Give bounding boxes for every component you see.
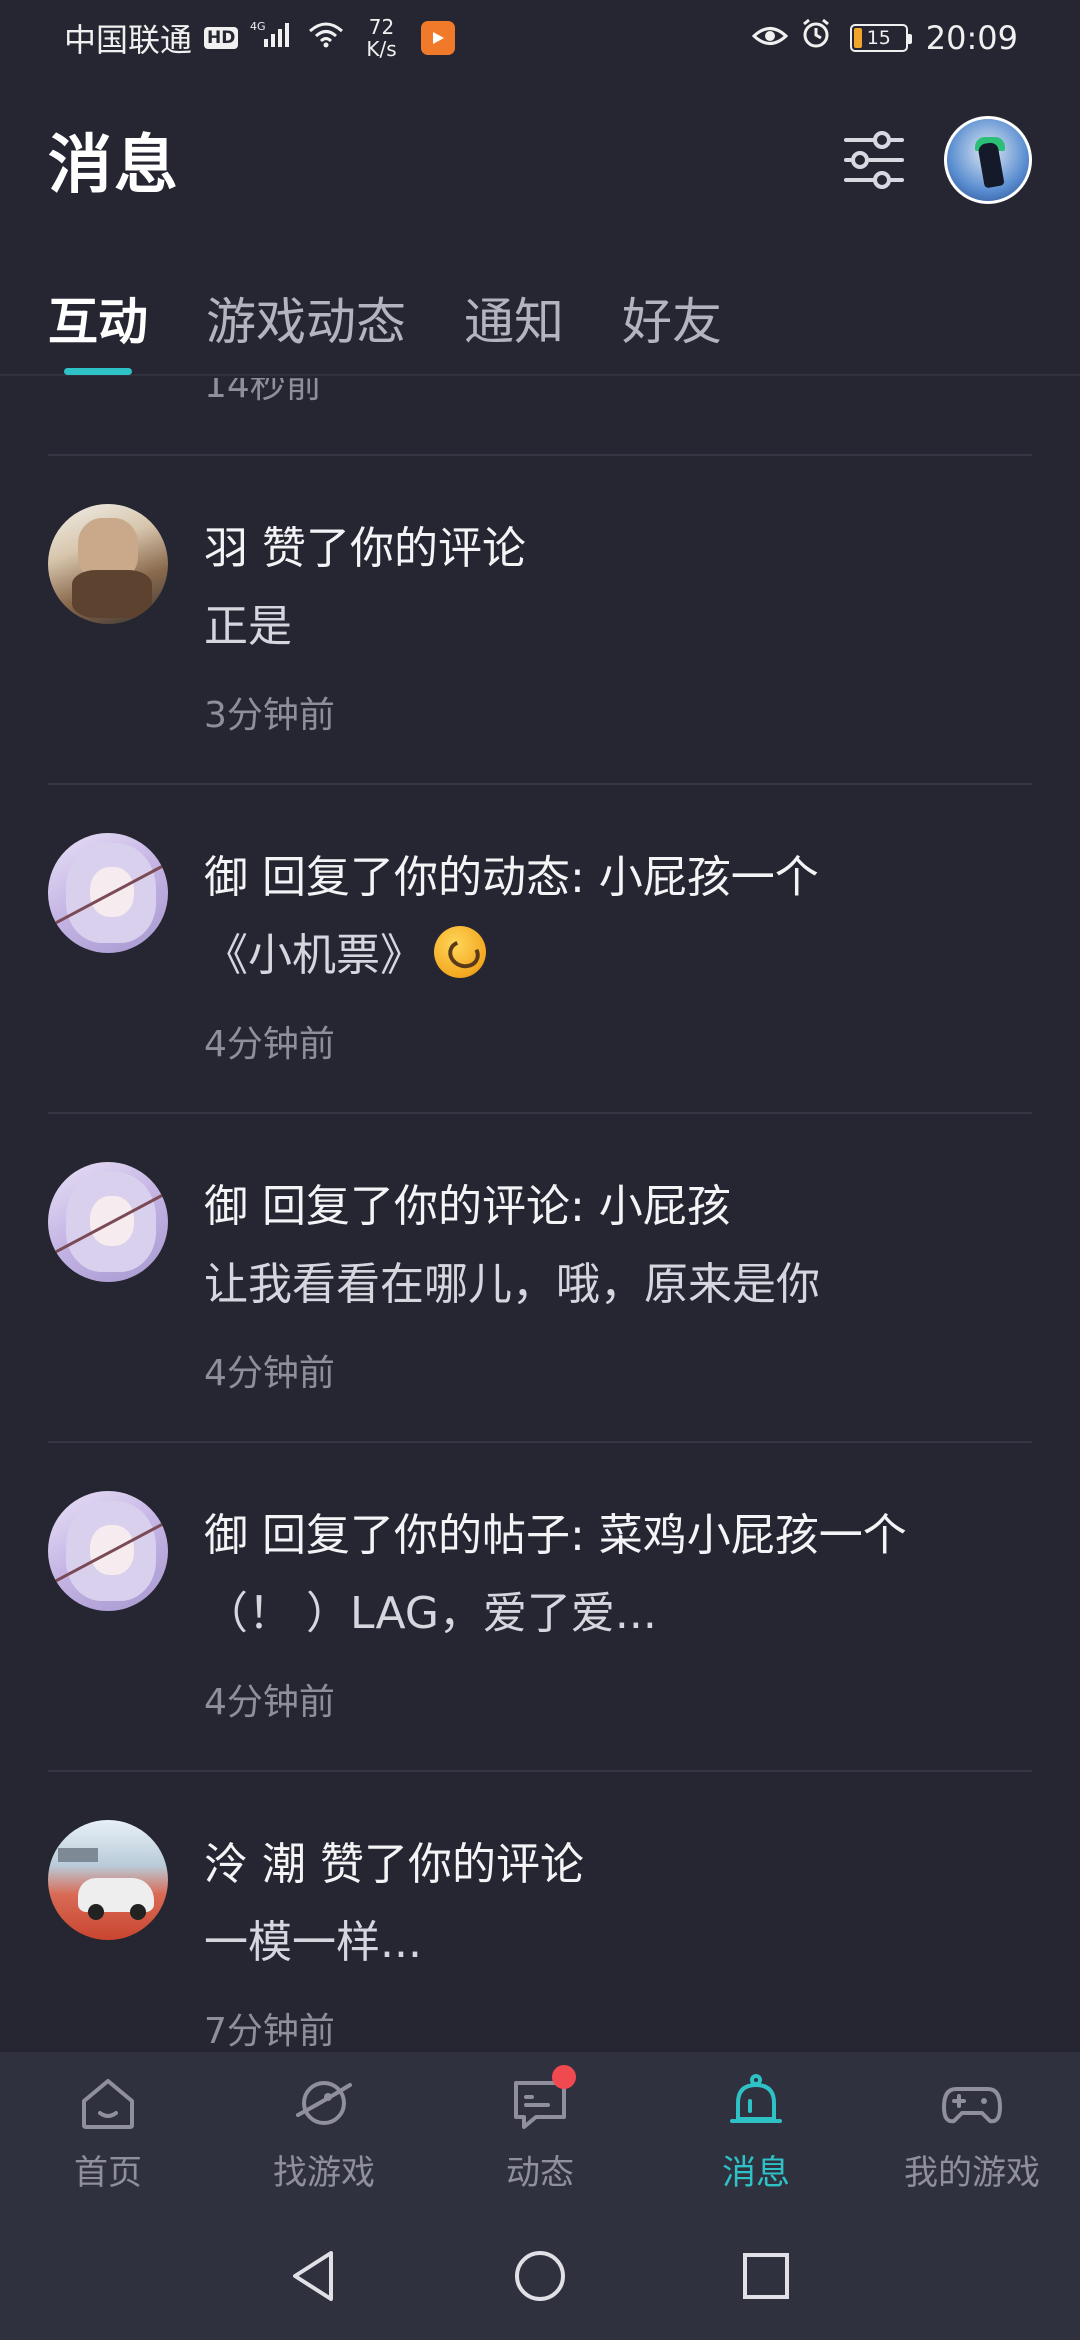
tab-game-updates[interactable]: 游戏动态 — [206, 261, 406, 375]
message-time: 4分钟前 — [204, 1682, 335, 1723]
sliders-icon — [844, 131, 904, 189]
list-item[interactable]: 御 回复了你的评论: 小屁孩 让我看看在哪儿，哦，原来是你 4分钟前 — [48, 1112, 1032, 1441]
message-body: （！ ）LAG，爱了爱... — [204, 1588, 657, 1639]
list-item[interactable]: 御 回复了你的动态: 小屁孩一个 《小机票》 4分钟前 — [48, 783, 1032, 1112]
message-list[interactable]: 14秒前 羽 赞了你的评论 正是 3分钟前 御 回复了你的动态: 小屁孩一个 《… — [0, 378, 1080, 2052]
previous-item-time: 14秒前 — [204, 378, 322, 406]
message-title: 御 回复了你的帖子: 菜鸡小屁孩一个 — [204, 1510, 907, 1561]
list-item[interactable]: 泠 潮 赞了你的评论 一模一样... 7分钟前 — [48, 1770, 1032, 2052]
bottom-navigation: 首页 找游戏 动态 消息 我的游戏 — [0, 2052, 1080, 2212]
message-time: 7分钟前 — [204, 2011, 335, 2052]
back-triangle-icon — [293, 2251, 333, 2301]
user-avatar[interactable] — [48, 1491, 168, 1611]
nav-feed[interactable]: 动态 — [432, 2052, 648, 2212]
recents-button[interactable] — [738, 2248, 794, 2304]
bell-icon — [730, 2073, 782, 2123]
nav-find-games[interactable]: 找游戏 — [216, 2052, 432, 2212]
network-type-label: 4G — [250, 20, 266, 33]
hd-badge: HD — [204, 27, 239, 49]
user-avatar[interactable] — [48, 1162, 168, 1282]
list-item[interactable]: 御 回复了你的帖子: 菜鸡小屁孩一个 （！ ）LAG，爱了爱... 4分钟前 — [48, 1441, 1032, 1770]
laughing-emoji-icon — [434, 926, 486, 978]
gamepad-icon — [942, 2086, 1002, 2123]
signal-icon: 4G — [250, 19, 294, 57]
home-circle-icon — [515, 2251, 565, 2301]
profile-avatar[interactable] — [944, 116, 1032, 204]
message-title: 泠 潮 赞了你的评论 — [204, 1839, 584, 1890]
message-body: 让我看看在哪儿，哦，原来是你 — [204, 1259, 820, 1310]
eye-icon — [751, 19, 788, 57]
nav-my-games-label: 我的游戏 — [904, 2152, 1040, 2193]
status-right: 15 20:09 — [751, 18, 1018, 58]
clock: 20:09 — [925, 19, 1018, 57]
message-body: 正是 — [204, 601, 292, 652]
notification-dot — [552, 2064, 576, 2089]
message-time: 4分钟前 — [204, 1353, 335, 1394]
home-icon — [82, 2078, 134, 2129]
battery-level: 15 — [866, 27, 891, 49]
message-body-row: 《小机票》 — [204, 919, 486, 983]
list-item[interactable]: 羽 赞了你的评论 正是 3分钟前 — [48, 454, 1032, 783]
message-tabs: 互动 游戏动态 通知 好友 — [0, 262, 1080, 376]
carrier-label: 中国联通 — [64, 21, 193, 59]
nav-my-games[interactable]: 我的游戏 — [864, 2052, 1080, 2212]
back-button[interactable] — [286, 2248, 342, 2304]
message-time: 4分钟前 — [204, 1024, 335, 1065]
user-avatar[interactable] — [48, 833, 168, 953]
status-left: 中国联通 HD 4G 72 K/s — [64, 15, 455, 61]
battery-icon: 15 — [849, 24, 912, 52]
message-title: 御 回复了你的评论: 小屁孩 — [204, 1181, 731, 1232]
recents-square-icon — [743, 2253, 789, 2299]
system-navigation-bar — [0, 2212, 1080, 2340]
nav-find-games-label: 找游戏 — [273, 2152, 375, 2193]
message-title: 羽 赞了你的评论 — [204, 523, 526, 574]
filter-settings-button[interactable] — [842, 128, 906, 192]
nav-home-label: 首页 — [74, 2152, 142, 2193]
planet-icon — [296, 2080, 352, 2125]
status-bar: 中国联通 HD 4G 72 K/s 15 20:09 — [0, 0, 1080, 76]
header: 消息 — [0, 100, 1080, 220]
user-avatar[interactable] — [48, 1820, 168, 1940]
alarm-icon — [800, 18, 832, 58]
tab-friends[interactable]: 好友 — [622, 261, 722, 375]
speed-value: 72 — [368, 15, 395, 39]
tab-notifications[interactable]: 通知 — [464, 261, 564, 375]
header-actions — [842, 116, 1032, 204]
page-title: 消息 — [48, 129, 180, 203]
user-avatar[interactable] — [48, 504, 168, 624]
speed-unit: K/s — [366, 37, 397, 61]
app-notification-icon — [420, 21, 455, 55]
home-button[interactable] — [512, 2248, 568, 2304]
message-body: 《小机票》 — [204, 930, 424, 981]
message-body: 一模一样... — [204, 1917, 422, 1968]
wifi-icon — [306, 19, 346, 57]
tab-interactions[interactable]: 互动 — [48, 261, 148, 375]
nav-feed-label: 动态 — [506, 2152, 574, 2193]
network-speed: 72 K/s — [366, 16, 396, 60]
message-title: 御 回复了你的动态: 小屁孩一个 — [204, 852, 819, 903]
nav-home[interactable]: 首页 — [0, 2052, 216, 2212]
nav-messages-label: 消息 — [722, 2152, 790, 2193]
message-time: 3分钟前 — [204, 695, 335, 736]
nav-messages[interactable]: 消息 — [648, 2052, 864, 2212]
